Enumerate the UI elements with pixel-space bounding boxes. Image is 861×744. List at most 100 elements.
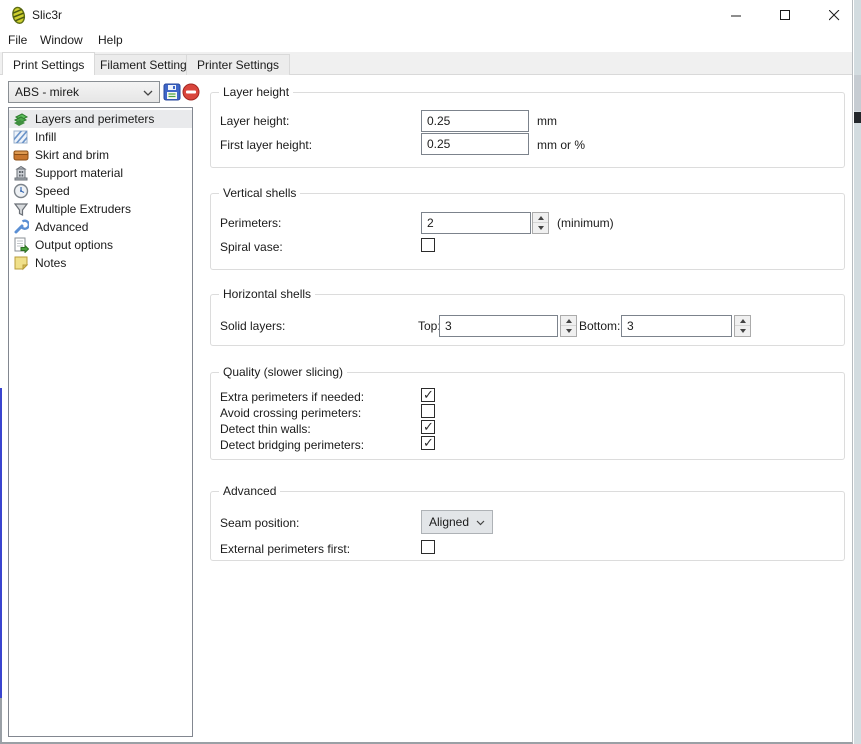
- field-label: Spiral vase:: [220, 240, 283, 254]
- floppy-save-icon: [163, 90, 181, 104]
- tab-bar: Print Settings Filament Settings Printer…: [0, 52, 852, 75]
- infill-icon: [13, 129, 29, 145]
- maximize-button[interactable]: [766, 0, 804, 30]
- group-vertical-shells: Vertical shells Perimeters: (minimum) Sp…: [210, 193, 845, 270]
- external-perimeters-first-checkbox[interactable]: [421, 540, 435, 554]
- solid-layers-top-input[interactable]: [439, 315, 558, 337]
- group-title: Layer height: [219, 85, 293, 99]
- perimeters-spinner[interactable]: [532, 212, 549, 234]
- output-page-icon: [13, 237, 29, 253]
- group-title: Horizontal shells: [219, 287, 315, 301]
- top-label: Top:: [418, 319, 441, 333]
- chevron-down-icon: [143, 85, 153, 99]
- app-window: Slic3r File Window Help Print Settings F…: [0, 0, 853, 744]
- save-preset-button[interactable]: [163, 83, 181, 101]
- solid-layers-bottom-spinner[interactable]: [734, 315, 751, 337]
- background-edge-gray: [0, 698, 2, 744]
- skirt-icon: [13, 147, 29, 163]
- field-label: First layer height:: [220, 138, 312, 152]
- chevron-down-icon: [476, 515, 485, 529]
- field-label: Seam position:: [220, 516, 299, 530]
- notes-icon: [13, 255, 29, 271]
- minimize-button[interactable]: [717, 0, 755, 30]
- group-quality: Quality (slower slicing) Extra perimeter…: [210, 372, 845, 460]
- seam-position-value: Aligned: [429, 515, 469, 529]
- sidebar-item-label: Output options: [35, 238, 113, 252]
- unit-label: mm or %: [537, 138, 585, 152]
- sidebar-item-support-material[interactable]: Support material: [9, 164, 192, 182]
- speed-clock-icon: [13, 183, 29, 199]
- sidebar-item-infill[interactable]: Infill: [9, 128, 192, 146]
- field-label: Layer height:: [220, 114, 289, 128]
- layer-height-input[interactable]: [421, 110, 529, 132]
- sidebar-item-output-options[interactable]: Output options: [9, 236, 192, 254]
- window-title: Slic3r: [32, 8, 62, 22]
- sidebar-item-layers-and-perimeters[interactable]: Layers and perimeters: [9, 110, 192, 128]
- wrench-icon: [13, 219, 29, 235]
- background-strip-notch: [854, 112, 861, 123]
- field-label: Perimeters:: [220, 216, 281, 230]
- group-advanced: Advanced Seam position: Aligned External…: [210, 491, 845, 561]
- spiral-vase-checkbox[interactable]: [421, 238, 435, 252]
- sidebar-item-multiple-extruders[interactable]: Multiple Extruders: [9, 200, 192, 218]
- funnel-icon: [13, 201, 29, 217]
- sidebar-item-label: Speed: [35, 184, 70, 198]
- menu-help[interactable]: Help: [98, 33, 123, 47]
- group-title: Advanced: [219, 484, 280, 498]
- sidebar-item-label: Infill: [35, 130, 56, 144]
- tab-print-settings[interactable]: Print Settings: [2, 52, 95, 75]
- sidebar-item-advanced[interactable]: Advanced: [9, 218, 192, 236]
- detect-bridging-perimeters-checkbox[interactable]: [421, 436, 435, 450]
- tab-printer-settings[interactable]: Printer Settings: [186, 54, 290, 75]
- bottom-label: Bottom:: [579, 319, 620, 333]
- sidebar-item-notes[interactable]: Notes: [9, 254, 192, 272]
- menu-file[interactable]: File: [8, 33, 27, 47]
- spinner-down-icon[interactable]: [735, 326, 750, 336]
- field-label: External perimeters first:: [220, 542, 350, 556]
- field-label: Avoid crossing perimeters:: [220, 406, 361, 420]
- close-button[interactable]: [815, 0, 853, 30]
- group-horizontal-shells: Horizontal shells Solid layers: Top: Bot…: [210, 294, 845, 346]
- slic3r-logo-icon: [10, 6, 27, 28]
- avoid-crossing-perimeters-checkbox[interactable]: [421, 404, 435, 418]
- sidebar-item-label: Multiple Extruders: [35, 202, 131, 216]
- menu-bar: File Window Help: [0, 30, 852, 52]
- field-label: Detect thin walls:: [220, 422, 311, 436]
- minimum-suffix: (minimum): [557, 216, 614, 230]
- seam-position-dropdown[interactable]: Aligned: [421, 510, 493, 534]
- preset-value: ABS - mirek: [15, 85, 79, 99]
- layers-icon: [13, 111, 29, 127]
- titlebar: Slic3r: [0, 0, 852, 30]
- spinner-up-icon[interactable]: [561, 316, 576, 326]
- preset-dropdown[interactable]: ABS - mirek: [8, 81, 160, 103]
- menu-window[interactable]: Window: [40, 33, 83, 47]
- sidebar-item-label: Notes: [35, 256, 66, 270]
- solid-layers-top-spinner[interactable]: [560, 315, 577, 337]
- sidebar-item-label: Support material: [35, 166, 123, 180]
- background-edge-blue: [0, 388, 2, 698]
- background-window-strip: [854, 0, 861, 744]
- group-title: Quality (slower slicing): [219, 365, 347, 379]
- support-building-icon: [13, 165, 29, 181]
- sidebar-item-label: Skirt and brim: [35, 148, 109, 162]
- field-label: Detect bridging perimeters:: [220, 438, 364, 452]
- perimeters-input[interactable]: [421, 212, 531, 234]
- delete-minus-icon: [182, 90, 200, 104]
- delete-preset-button[interactable]: [182, 83, 200, 101]
- spinner-down-icon[interactable]: [533, 223, 548, 233]
- first-layer-height-input[interactable]: [421, 133, 529, 155]
- background-strip-segment: [854, 75, 861, 111]
- sidebar-item-speed[interactable]: Speed: [9, 182, 192, 200]
- extra-perimeters-checkbox[interactable]: [421, 388, 435, 402]
- group-title: Vertical shells: [219, 186, 300, 200]
- solid-layers-bottom-input[interactable]: [621, 315, 732, 337]
- sidebar-item-skirt-and-brim[interactable]: Skirt and brim: [9, 146, 192, 164]
- spinner-down-icon[interactable]: [561, 326, 576, 336]
- field-label: Extra perimeters if needed:: [220, 390, 364, 404]
- detect-thin-walls-checkbox[interactable]: [421, 420, 435, 434]
- sidebar-item-label: Advanced: [35, 220, 88, 234]
- sidebar-item-label: Layers and perimeters: [35, 112, 154, 126]
- spinner-up-icon[interactable]: [735, 316, 750, 326]
- field-label: Solid layers:: [220, 319, 285, 333]
- spinner-up-icon[interactable]: [533, 213, 548, 223]
